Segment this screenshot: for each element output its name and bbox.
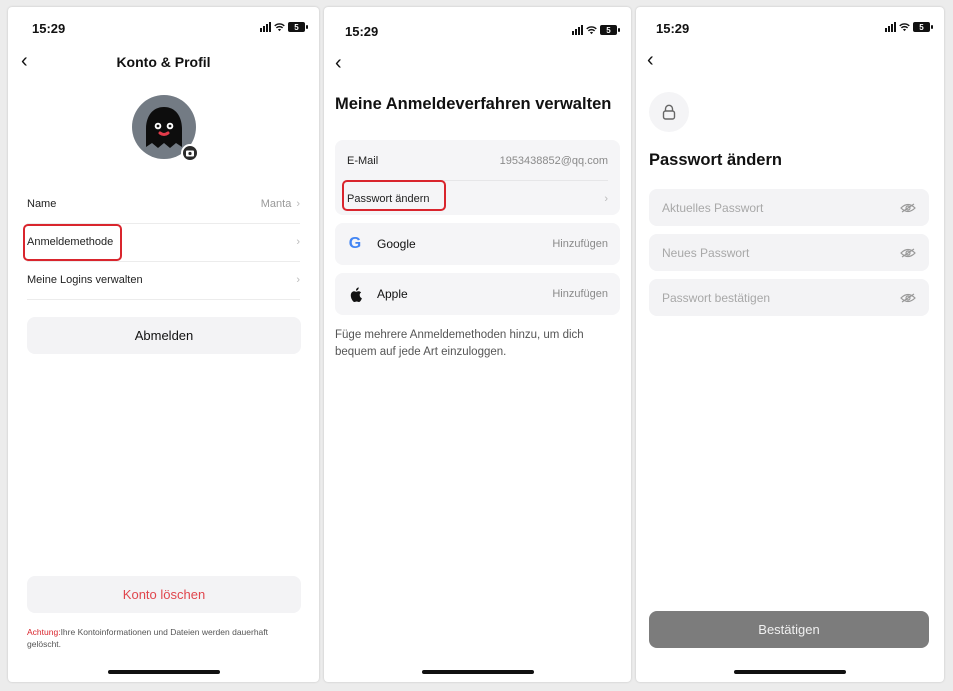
chevron-right-icon: › xyxy=(296,274,300,286)
delete-warning: Achtung:Ihre Kontoinformationen und Date… xyxy=(27,626,302,650)
eye-toggle-icon[interactable] xyxy=(900,248,916,258)
home-indicator xyxy=(107,670,220,674)
change-password-screen: 15:29 5 ‹ Passwort ändern Bestätigen xyxy=(636,7,944,682)
page-title: Meine Anmeldeverfahren verwalten xyxy=(335,95,612,113)
chevron-right-icon: › xyxy=(296,198,300,210)
new-password-field[interactable] xyxy=(649,234,929,271)
apple-label: Apple xyxy=(377,287,408,301)
new-password-input[interactable] xyxy=(662,245,900,260)
apple-icon xyxy=(347,286,363,302)
google-row[interactable]: G Google Hinzufügen xyxy=(347,226,608,262)
warning-text: Ihre Kontoinformationen und Dateien werd… xyxy=(27,627,269,649)
highlight-box xyxy=(342,180,446,211)
apple-card[interactable]: Apple Hinzufügen xyxy=(335,273,620,315)
name-row[interactable]: Name Manta › xyxy=(27,185,300,224)
back-button[interactable]: ‹ xyxy=(335,53,342,73)
google-icon: G xyxy=(348,235,362,252)
status-time: 15:29 xyxy=(656,21,690,36)
confirm-password-field[interactable] xyxy=(649,279,929,316)
name-value: Manta xyxy=(260,198,292,210)
back-button[interactable]: ‹ xyxy=(647,50,654,70)
google-label: Google xyxy=(377,237,416,251)
status-bar: 15:29 5 xyxy=(324,21,631,39)
status-bar: 15:29 5 xyxy=(636,21,944,37)
signal-icon xyxy=(885,22,896,32)
confirm-password-input[interactable] xyxy=(662,290,900,305)
wifi-icon xyxy=(586,26,597,35)
email-row: E-Mail 1953438852@qq.com xyxy=(347,143,608,179)
camera-icon[interactable] xyxy=(181,144,199,162)
apple-row[interactable]: Apple Hinzufügen xyxy=(347,276,608,312)
manage-logins-label: Meine Logins verwalten xyxy=(27,274,143,286)
chevron-right-icon: › xyxy=(296,236,300,248)
info-note: Füge mehrere Anmeldemethoden hinzu, um d… xyxy=(335,329,584,358)
battery-icon: 5 xyxy=(288,22,308,32)
wifi-icon xyxy=(899,23,910,32)
battery-icon: 5 xyxy=(913,22,933,32)
page-title: Passwort ändern xyxy=(649,151,782,169)
highlight-box xyxy=(23,224,122,261)
signal-icon xyxy=(260,22,271,32)
status-time: 15:29 xyxy=(345,24,379,39)
lock-icon xyxy=(649,92,689,132)
email-label: E-Mail xyxy=(347,155,379,167)
home-indicator xyxy=(734,670,846,674)
battery-icon: 5 xyxy=(600,25,620,35)
logout-button[interactable]: Abmelden xyxy=(27,317,301,354)
account-profile-screen: 15:29 5 ‹ Konto & Profil Name Manta › An… xyxy=(8,7,319,682)
eye-toggle-icon[interactable] xyxy=(900,293,916,303)
chevron-right-icon: › xyxy=(604,193,608,205)
delete-account-button[interactable]: Konto löschen xyxy=(27,576,301,613)
name-label: Name xyxy=(27,198,57,210)
current-password-field[interactable] xyxy=(649,189,929,226)
home-indicator xyxy=(421,670,534,674)
current-password-input[interactable] xyxy=(662,200,900,215)
google-card[interactable]: G Google Hinzufügen xyxy=(335,223,620,265)
manage-logins-row[interactable]: Meine Logins verwalten › xyxy=(27,261,300,300)
email-value: 1953438852@qq.com xyxy=(499,155,608,167)
eye-toggle-icon[interactable] xyxy=(900,203,916,213)
warning-label: Achtung: xyxy=(27,627,61,637)
apple-add-link[interactable]: Hinzufügen xyxy=(552,288,608,300)
google-add-link[interactable]: Hinzufügen xyxy=(552,238,608,250)
page-title: Konto & Profil xyxy=(116,54,211,70)
wifi-icon xyxy=(274,23,285,32)
confirm-button[interactable]: Bestätigen xyxy=(649,611,929,648)
signal-icon xyxy=(572,25,583,35)
status-bar: 15:29 5 xyxy=(8,21,319,37)
status-time: 15:29 xyxy=(32,21,66,36)
login-methods-screen: 15:29 5 ‹ Meine Anmeldeverfahren verwalt… xyxy=(324,7,631,682)
